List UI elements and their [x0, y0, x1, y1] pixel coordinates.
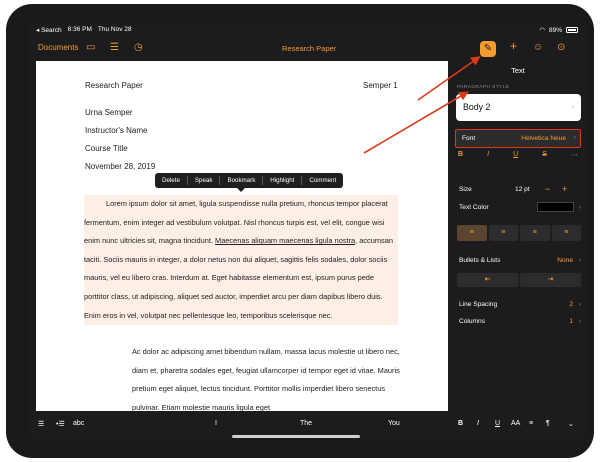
dismiss-keyboard-icon[interactable]: ⌄ — [568, 420, 574, 428]
align-center-button[interactable]: ≡ — [488, 225, 518, 241]
course-line: Course Title — [85, 144, 128, 153]
status-date: Thu Nov 28 — [97, 26, 132, 33]
date-line: November 28, 2019 — [85, 162, 156, 171]
indent-button[interactable]: ⇥ — [520, 273, 581, 287]
collaborate-icon[interactable]: ☺ — [533, 42, 543, 54]
more-styles-icon[interactable]: ⋯ — [571, 151, 578, 159]
para1-text-b: , accumsan taciti. Sociis mauris in inte… — [84, 236, 393, 320]
selected-paragraph[interactable]: Lorem ipsum dolor sit amet, ligula suspe… — [84, 195, 398, 326]
text-color-row[interactable]: Text Color › — [459, 202, 581, 212]
align-key[interactable]: ≡ — [529, 420, 533, 427]
line-spacing-label: Line Spacing — [459, 301, 498, 308]
size-value: 12 pt — [515, 186, 530, 193]
wifi-icon: ◠ — [539, 27, 545, 34]
strikethrough-button[interactable]: S — [542, 151, 547, 159]
bold-key[interactable]: B — [458, 420, 463, 427]
format-panel: Text PARAGRAPH STYLE Body 2 › Font Helve… — [448, 61, 588, 411]
chevron-right-icon: › — [578, 301, 581, 308]
align-justify-button[interactable]: ≡ — [551, 225, 581, 241]
instructor-line: Instructor's Name — [85, 126, 148, 135]
para1-underlined: Maecenas aliquam maecenas ligula nostra — [215, 236, 356, 246]
paragraph-2[interactable]: Ac dolor ac adipiscing amet bibendum nul… — [132, 343, 402, 411]
header-title: Research Paper — [85, 81, 143, 90]
toolbar: Documents ▭ ☰ ◷ Research Paper ✎ + ☺ ⊙ — [28, 37, 588, 61]
suggestion-1[interactable]: I — [215, 420, 217, 427]
outdent-button[interactable]: ⇤ — [457, 273, 518, 287]
format-brush-button[interactable]: ✎ — [480, 41, 496, 57]
menu-speak[interactable]: Speak — [188, 176, 221, 185]
document-title: Research Paper — [282, 44, 337, 53]
chevron-right-icon: › — [578, 204, 581, 211]
size-decrease-button[interactable]: − — [545, 184, 550, 194]
back-to-search[interactable]: ◂ Search — [36, 26, 62, 34]
chevron-right-icon: › — [578, 318, 581, 325]
align-left-button[interactable]: ≡ — [457, 225, 487, 241]
paragraph-format-icon[interactable]: •☰ — [56, 420, 65, 428]
italic-key[interactable]: I — [477, 420, 479, 427]
font-value: Helvetica Neue — [521, 135, 566, 142]
status-time: 8:36 PM — [67, 26, 92, 33]
add-icon[interactable]: + — [510, 40, 517, 52]
author-line: Urna Semper — [85, 108, 133, 117]
documents-button[interactable]: Documents — [38, 43, 78, 52]
bullets-label: Bullets & Lists — [459, 257, 501, 264]
size-increase-button[interactable]: + — [562, 184, 567, 194]
abc-button[interactable]: abc — [73, 420, 84, 427]
bullets-row[interactable]: Bullets & Lists None › — [459, 257, 581, 264]
size-row: Size 12 pt − + — [459, 184, 581, 194]
chevron-right-icon: › — [578, 257, 581, 264]
paragraph-style-button[interactable]: Body 2 › — [456, 94, 581, 121]
suggestion-3[interactable]: You — [388, 420, 400, 427]
underline-button[interactable]: U — [513, 151, 518, 159]
menu-delete[interactable]: Delete — [155, 176, 188, 185]
bullets-value: None — [557, 257, 573, 264]
indent-buttons: ⇤ ⇥ — [457, 273, 581, 287]
line-spacing-value: 2 — [569, 301, 573, 308]
bold-button[interactable]: B — [458, 151, 463, 159]
line-spacing-row[interactable]: Line Spacing 2 › — [459, 301, 581, 308]
text-color-label: Text Color — [459, 204, 489, 211]
chevron-right-icon: › — [573, 134, 576, 141]
context-menu: Delete Speak Bookmark Highlight Comment — [155, 173, 344, 192]
align-right-button[interactable]: ≡ — [520, 225, 550, 241]
italic-button[interactable]: I — [487, 151, 489, 159]
list-icon[interactable]: ☰ — [110, 42, 119, 54]
battery-icon — [566, 27, 578, 33]
paragraph-style-label: PARAGRAPH STYLE — [457, 85, 510, 90]
columns-row[interactable]: Columns 1 › — [459, 318, 581, 325]
menu-highlight[interactable]: Highlight — [263, 176, 303, 185]
ipad-frame: ◂ Search 8:36 PM Thu Nov 28 ◠ 89% Docume… — [6, 4, 594, 458]
battery-percent: 89% — [548, 26, 562, 34]
list-format-icon[interactable]: ☰ — [38, 420, 44, 428]
menu-comment[interactable]: Comment — [302, 176, 343, 185]
sidebar-icon[interactable]: ▭ — [86, 42, 95, 54]
menu-bookmark[interactable]: Bookmark — [220, 176, 264, 185]
home-indicator — [232, 435, 360, 438]
screen: ◂ Search 8:36 PM Thu Nov 28 ◠ 89% Docume… — [28, 23, 588, 439]
underline-key[interactable]: U — [495, 420, 500, 427]
text-color-swatch[interactable] — [537, 202, 574, 212]
status-bar: ◂ Search 8:36 PM Thu Nov 28 ◠ 89% — [28, 23, 588, 37]
size-label: Size — [459, 186, 472, 193]
panel-title: Text — [511, 66, 525, 75]
font-row[interactable]: Font Helvetica Neue › — [455, 129, 581, 148]
header-page: Semper 1 — [363, 81, 398, 90]
alignment-buttons: ≡ ≡ ≡ ≡ — [457, 225, 581, 241]
more-icon[interactable]: ⊙ — [557, 42, 565, 54]
style-buttons: B I U S ⋯ — [458, 151, 578, 159]
columns-label: Columns — [459, 318, 486, 325]
font-size-key[interactable]: AA — [511, 420, 520, 427]
suggestion-2[interactable]: The — [300, 420, 312, 427]
columns-value: 1 — [569, 318, 573, 325]
paragraph-style-value: Body 2 — [463, 102, 491, 112]
history-icon[interactable]: ◷ — [134, 42, 143, 54]
pilcrow-key[interactable]: ¶ — [546, 420, 550, 427]
font-label: Font — [462, 135, 476, 142]
chevron-right-icon: › — [571, 102, 574, 111]
document-page[interactable]: Research Paper Semper 1 Urna Semper Inst… — [36, 61, 448, 411]
